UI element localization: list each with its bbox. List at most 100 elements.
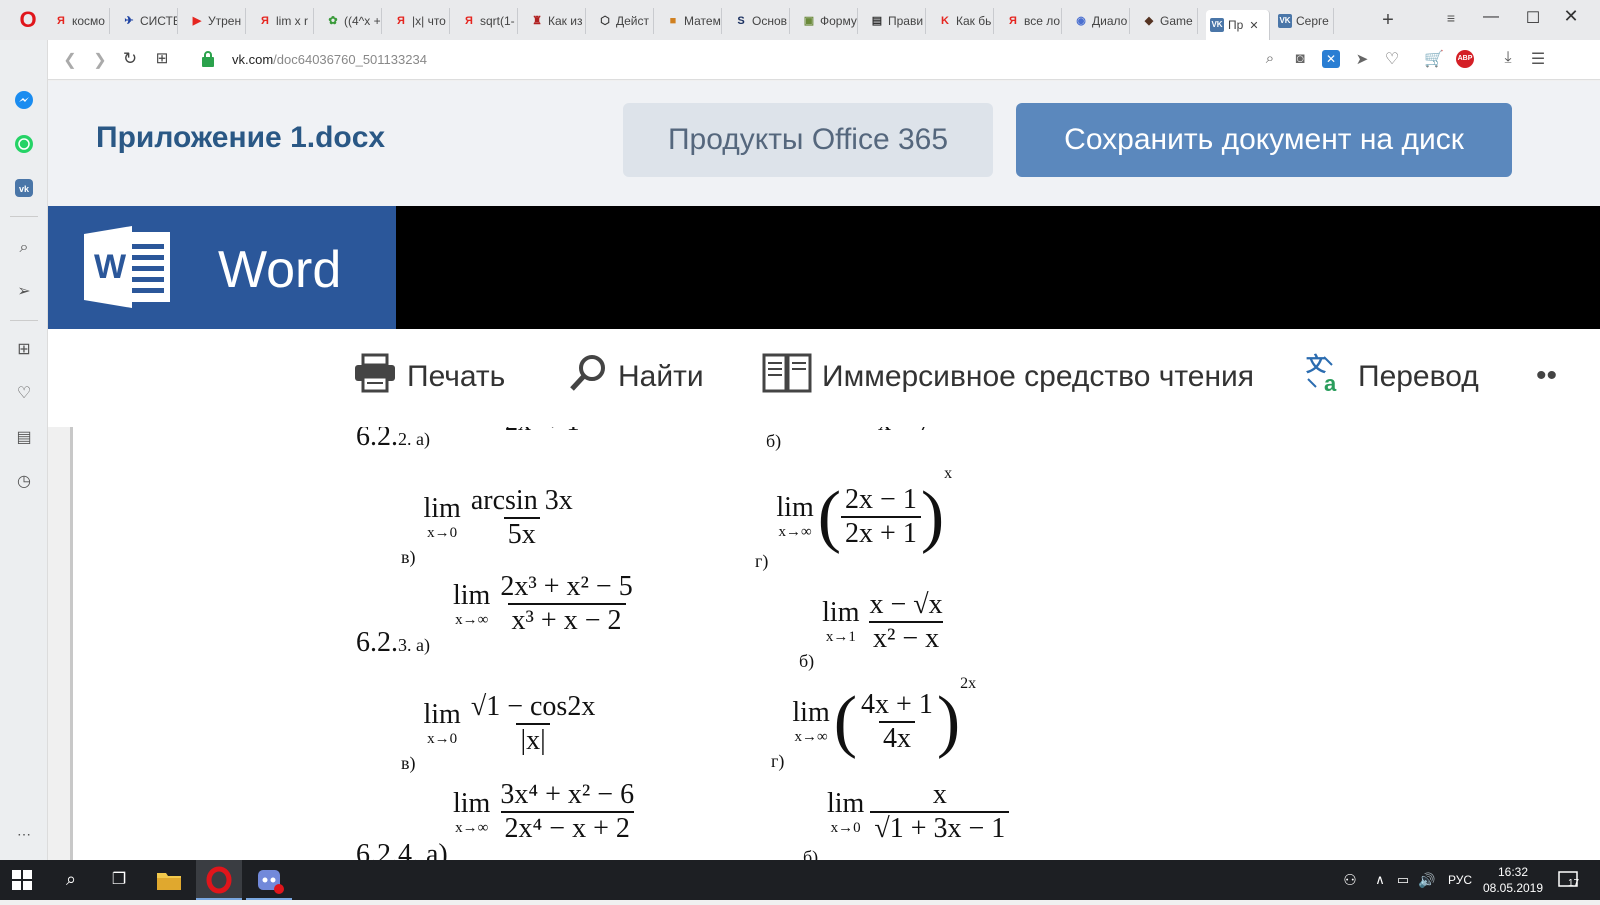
browser-tab-label: Game — [1160, 14, 1193, 28]
clock-date: 08.05.2019 — [1482, 881, 1544, 895]
browser-tab[interactable]: ✈ СИСТЕ — [118, 8, 178, 34]
zoom-icon[interactable]: ⌕ — [1260, 50, 1280, 70]
problem-sub-label: б) — [803, 847, 819, 860]
task-view-icon[interactable]: ❐ — [108, 869, 130, 891]
save-to-disk-button[interactable]: Сохранить документ на диск — [1016, 103, 1512, 177]
browser-tab[interactable]: S Основ — [730, 8, 790, 34]
more-sidebar-icon[interactable]: ⋯ — [14, 824, 34, 844]
network-icon[interactable]: ▭ — [1394, 860, 1412, 900]
yandex-icon: Я — [1009, 15, 1017, 27]
adblock-icon[interactable]: ABP — [1456, 50, 1474, 68]
more-options-icon[interactable]: •• — [1536, 359, 1557, 393]
browser-tab[interactable]: Явсе ло — [1002, 8, 1062, 34]
browser-tab-label: Как из — [548, 14, 583, 28]
expression-b: б) lim x→1 x − √x x² − x — [799, 571, 947, 672]
numerator: arcsin 3x — [470, 484, 573, 516]
camera-icon[interactable]: ◙ — [1290, 50, 1310, 70]
browser-tab[interactable]: VK Серге — [1274, 8, 1334, 34]
browser-tab[interactable]: VK Пр ✕ — [1206, 10, 1270, 40]
file-explorer-icon[interactable] — [156, 868, 182, 892]
document-viewer[interactable]: 6.2.2. а) 2x² + 1 б) x − 7 в) lim x→0 ar… — [70, 427, 1600, 860]
immersive-reader-button[interactable]: Иммерсивное средство чтения — [762, 353, 1254, 399]
browser-tab[interactable]: ◉ Диало — [1070, 8, 1130, 34]
vk-icon: VK — [1278, 14, 1292, 28]
lim-text: lim — [453, 579, 491, 611]
browser-tab[interactable]: K Как бь — [934, 8, 994, 34]
office-products-button[interactable]: Продукты Office 365 — [623, 103, 993, 177]
action-center-icon[interactable]: 17 — [1558, 870, 1584, 892]
denominator: 4x — [878, 720, 915, 755]
send-icon[interactable]: ➤ — [1352, 50, 1372, 70]
browser-tab[interactable]: Я |x| что — [390, 8, 450, 34]
tab-menu-icon[interactable]: ≡ — [1442, 10, 1460, 28]
url-field[interactable]: vk.com/doc64036760_501133234 — [232, 50, 1132, 70]
fraction: 3x⁴ + x² − 6 2x⁴ − x + 2 — [496, 779, 638, 845]
browser-tab[interactable]: Яsqrt(1- — [458, 8, 518, 34]
browser-tab[interactable]: ♜ Как из — [526, 8, 586, 34]
browser-tab[interactable]: ▤ Прави — [866, 8, 926, 34]
history-clock-icon[interactable]: ◷ — [14, 472, 34, 492]
volume-icon[interactable]: 🔊 — [1418, 860, 1436, 900]
lim-subscript: x→0 — [830, 819, 861, 836]
colorful-icon: ✿ — [328, 15, 338, 27]
language-indicator[interactable]: РУС — [1448, 860, 1472, 900]
flow-icon[interactable]: ➢ — [14, 282, 34, 302]
find-button[interactable]: Найти — [568, 355, 704, 399]
download-icon[interactable]: ⤓ — [1498, 49, 1518, 69]
lim-text: lim — [423, 493, 461, 524]
close-window-button[interactable]: ✕ — [1560, 6, 1582, 28]
close-tab-icon[interactable]: ✕ — [1249, 19, 1258, 32]
fraction: x √1 + 3x − 1 — [870, 779, 1010, 845]
vk-sidebar-icon[interactable]: vk — [14, 178, 34, 198]
browser-tab[interactable]: ■ Матем — [662, 8, 722, 34]
discord-taskbar-icon[interactable] — [246, 860, 292, 900]
numerator: 4x + 1 — [861, 688, 933, 720]
browser-tab[interactable]: ▶ Утрен — [186, 8, 246, 34]
clock[interactable]: 16:32 08.05.2019 — [1480, 864, 1546, 898]
browser-tab-bar: O Якосмо ✈ СИСТЕ ▶ Утрен Яlim x r ✿ ((4^x + Я |x|… — [0, 0, 1600, 40]
browser-tab[interactable]: ▣ Форму — [798, 8, 858, 34]
cart-icon[interactable]: 🛒 — [1424, 49, 1444, 69]
browser-tab[interactable]: Яlim x r — [254, 8, 314, 34]
speed-dial-icon[interactable]: ⊞ — [152, 49, 172, 69]
heart-icon[interactable]: ♡ — [1382, 49, 1402, 69]
browser-tab-label: Пр — [1228, 18, 1244, 32]
numerator: x − √x — [869, 588, 943, 620]
maximize-button[interactable]: ☐ — [1522, 8, 1544, 30]
browser-tab[interactable]: Якосмо — [50, 8, 110, 34]
new-tab-button[interactable]: + — [1378, 10, 1398, 30]
bookmarks-heart-icon[interactable]: ♡ — [14, 384, 34, 404]
page-content: Приложение 1.docx Продукты Office 365 Со… — [48, 81, 1600, 860]
browser-tab-label: lim x r — [276, 14, 308, 28]
browser-tab-label: Утрен — [208, 14, 242, 28]
messenger-icon[interactable] — [14, 90, 34, 110]
browser-tab[interactable]: ◆ Game — [1138, 8, 1198, 34]
translate-button[interactable]: 文a Перевод — [1304, 352, 1479, 399]
vpn-icon[interactable]: ✕ — [1322, 50, 1340, 68]
easy-setup-icon[interactable]: ☰ — [1528, 49, 1548, 69]
browser-tab[interactable]: ✿ ((4^x + — [322, 8, 382, 34]
speed-dial-sidebar-icon[interactable]: ⊞ — [14, 340, 34, 360]
minimize-button[interactable]: — — [1480, 8, 1502, 30]
browser-tab[interactable]: ⬡ Дейст — [594, 8, 654, 34]
opera-taskbar-icon[interactable] — [196, 860, 242, 900]
reload-icon[interactable]: ↻ — [120, 49, 140, 69]
problem-sub: 3. а) — [398, 635, 430, 655]
print-button[interactable]: Печать — [353, 353, 505, 399]
search-icon[interactable]: ⌕ — [14, 238, 34, 258]
denominator: √1 + 3x − 1 — [870, 811, 1010, 845]
back-icon[interactable]: ❮ — [60, 50, 80, 70]
browser-sidebar: vk ⌕ ➢ ⊞ ♡ ▤ ◷ ⋯ — [0, 40, 48, 860]
windows-start-icon[interactable] — [12, 870, 32, 890]
taskbar-search-icon[interactable]: ⌕ — [60, 869, 82, 891]
opera-menu-icon[interactable]: O — [16, 8, 40, 32]
show-hidden-icons[interactable]: ∧ — [1372, 860, 1388, 900]
people-icon[interactable]: ⚇ — [1338, 860, 1362, 900]
clock-time: 16:32 — [1497, 865, 1529, 879]
whatsapp-icon[interactable] — [14, 134, 34, 154]
word-app-icon: W — [82, 222, 172, 312]
forward-icon[interactable]: ❯ — [90, 50, 110, 70]
expression-b: lim x→0 x √1 + 3x − 1 — [827, 779, 1010, 845]
url-domain: vk.com — [232, 52, 274, 67]
news-icon[interactable]: ▤ — [14, 428, 34, 448]
